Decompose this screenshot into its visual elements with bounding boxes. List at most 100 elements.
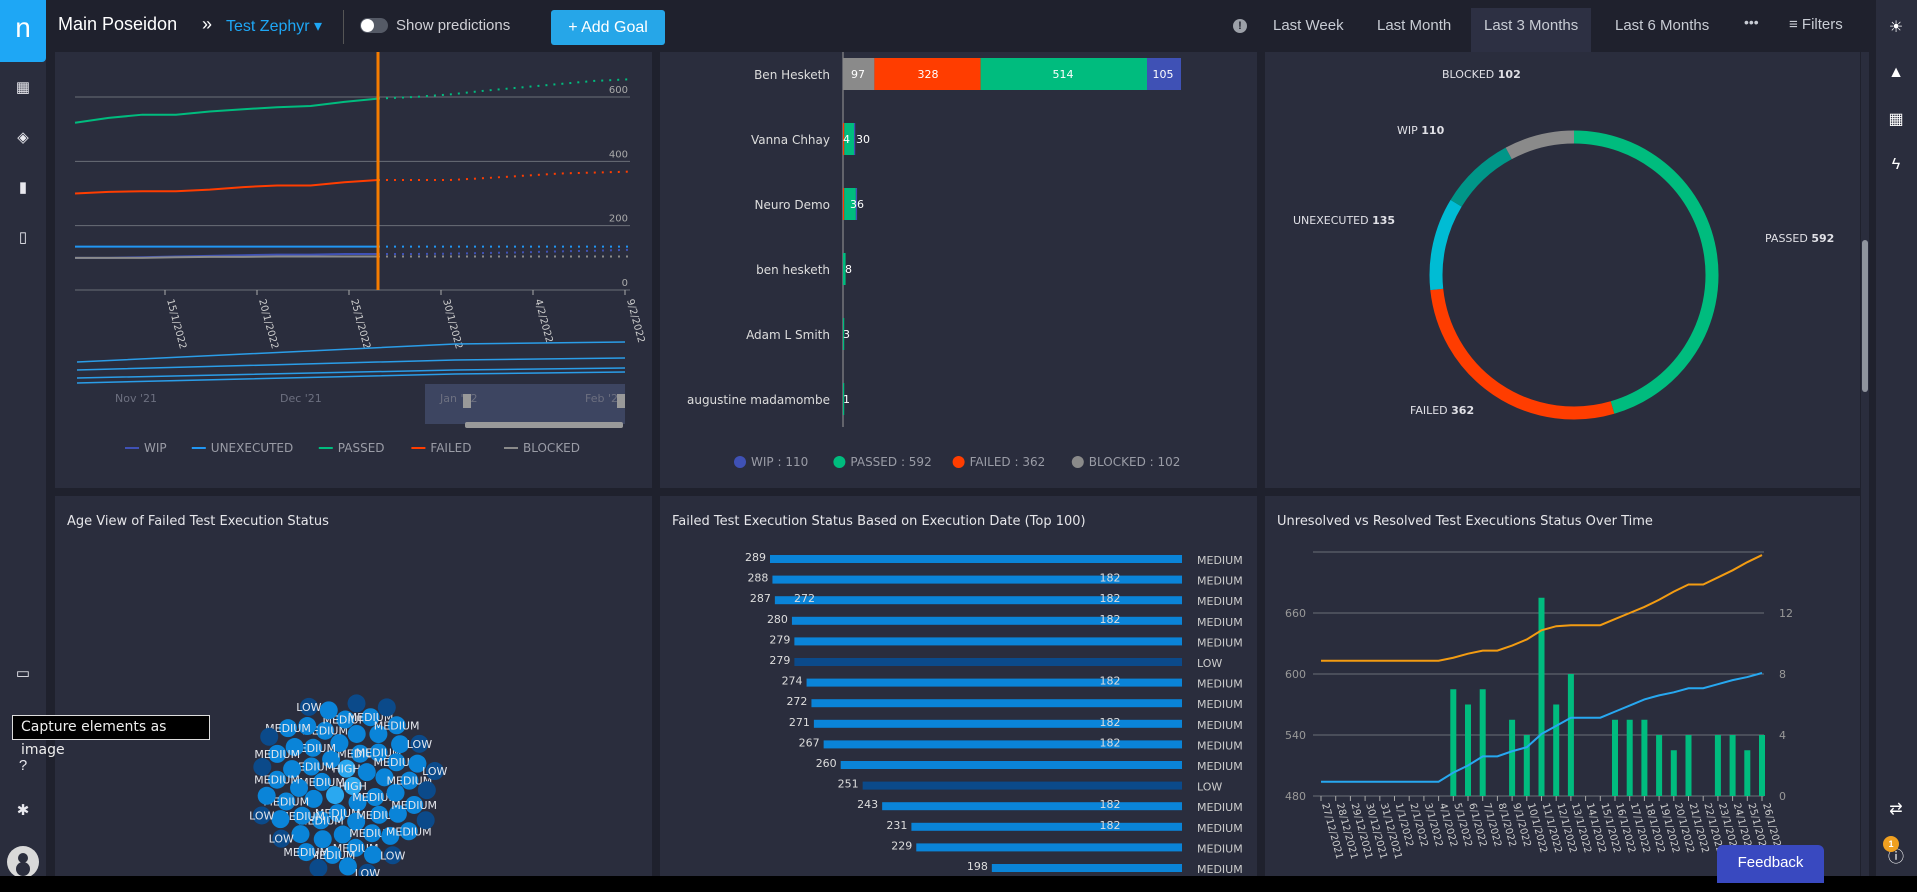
failed-bar-value: 231 <box>886 819 907 832</box>
failed-bar-priority: MEDIUM <box>1197 842 1243 855</box>
notification-badge: 1 <box>1883 836 1899 852</box>
y-right-tick-label: 0 <box>1779 790 1786 803</box>
daily-bar <box>1729 735 1736 796</box>
bar-data-label: 105 <box>1153 68 1174 81</box>
donut-slice-wip <box>1450 147 1512 207</box>
age-view-title: Age View of Failed Test Execution Status <box>67 514 329 529</box>
app-logo[interactable]: n <box>0 0 46 62</box>
x-tick-label: 15/1/2022 <box>164 298 188 350</box>
bell-icon[interactable]: ▲ <box>1886 63 1906 83</box>
project-dropdown[interactable]: Test Zephyr ▾ <box>226 16 322 36</box>
theme-icon[interactable]: ☀ <box>1886 18 1906 38</box>
legend-label-blocked: BLOCKED <box>523 441 580 455</box>
navigator-label: Nov '21 <box>115 392 157 405</box>
daily-bar <box>1465 704 1471 796</box>
failed-bar-priority: MEDIUM <box>1197 863 1243 876</box>
legend-label-failed: FAILED <box>430 441 471 455</box>
failed-bar <box>794 658 1182 666</box>
document-icon[interactable]: ▯ <box>13 228 33 248</box>
daily-bar <box>1553 704 1560 796</box>
navigator-scrollbar <box>465 422 623 428</box>
navigator-handle-right <box>617 394 625 408</box>
scrollbar-thumb[interactable] <box>1862 240 1868 392</box>
daily-bar <box>1538 597 1545 796</box>
failed-bar-value: 229 <box>891 839 912 852</box>
range-last-week[interactable]: Last Week <box>1260 8 1357 52</box>
donut-label-failed: FAILED 362 <box>1410 404 1474 417</box>
daily-bar <box>1509 719 1516 796</box>
bubble-medium <box>257 786 276 805</box>
y-left-tick-label: 480 <box>1285 790 1306 803</box>
resolved-chart[interactable]: 4805406006600481227/12/202128/12/202129/… <box>1265 496 1860 876</box>
y-tick-label: 200 <box>609 214 628 225</box>
category-label: Vanna Chhay <box>751 133 830 147</box>
donut-slice-failed <box>1430 288 1615 420</box>
donut-label-wip: WIP 110 <box>1397 124 1445 137</box>
filters-button[interactable]: ≡ Filters <box>1789 16 1843 33</box>
failed-bar-priority: LOW <box>1197 657 1222 670</box>
y-tick-label: 0 <box>622 278 628 289</box>
failed-bar-secondary: 182 <box>1100 819 1121 832</box>
donut-label-passed: PASSED 592 <box>1765 232 1834 245</box>
navigator-handle-left <box>463 394 471 408</box>
by-user-panel: Ben Hesketh Vanna Chhay Neuro Demo ben hesk… <box>660 52 1257 488</box>
failed-bar <box>794 637 1182 646</box>
daily-bar <box>1759 735 1765 796</box>
legend-label: WIP : 110 <box>751 455 808 469</box>
more-options-button[interactable]: ••• <box>1744 14 1759 30</box>
failed-bar <box>772 575 1182 584</box>
compass-icon[interactable]: ◈ <box>13 128 33 148</box>
range-last-3-months[interactable]: Last 3 Months <box>1471 8 1592 52</box>
sync-icon[interactable]: ⇄ <box>1886 800 1906 820</box>
failed-bar-priority: MEDIUM <box>1197 822 1243 835</box>
trend-panel: 0 200 400 600 15/1/2022 20/1/2022 25/1/2022 30/… <box>55 52 652 488</box>
failed-by-date-title: Failed Test Execution Status Based on Ex… <box>672 514 1086 529</box>
layout-icon[interactable]: ▦ <box>1886 110 1906 130</box>
failed-bar-priority: MEDIUM <box>1197 760 1243 773</box>
range-last-6-months[interactable]: Last 6 Months <box>1602 8 1722 52</box>
failed-bar-value: 267 <box>799 736 820 749</box>
y-left-tick-label: 600 <box>1285 668 1306 681</box>
failed-bar <box>806 678 1182 687</box>
top-bar: Main Poseidon » Test Zephyr ▾ Show predi… <box>46 0 1876 52</box>
x-tick-label: 9/2/2022 <box>624 298 646 344</box>
navigator-line <box>76 357 626 371</box>
failed-bar <box>774 596 1182 605</box>
range-last-month[interactable]: Last Month <box>1364 8 1464 52</box>
scrollbar-track[interactable] <box>1861 52 1869 876</box>
forecast-line-failed <box>378 170 631 181</box>
dashboard-icon[interactable]: ▦ <box>13 78 33 98</box>
bookmark-icon[interactable]: ▮ <box>13 178 33 198</box>
daily-bar <box>1641 719 1648 796</box>
failed-bar-priority: LOW <box>1197 781 1222 794</box>
donut-panel: PASSED 592 FAILED 362 UNEXECUTED 135 WIP 11… <box>1265 52 1860 488</box>
legend-label: FAILED : 362 <box>970 455 1046 469</box>
age-view-chart[interactable]: HIGHHIGHMEDIUMMEDIUMMEDIUMMEDIUMMEDIUMME… <box>55 496 652 876</box>
failed-bar <box>823 740 1182 749</box>
failed-bar <box>911 822 1182 831</box>
capture-tooltip: Capture elements as image <box>12 715 210 758</box>
legend-dot <box>734 456 746 468</box>
bubble-low <box>377 698 396 717</box>
y-right-tick-label: 12 <box>1779 607 1793 620</box>
navigator-label: Dec '21 <box>280 392 322 405</box>
x-tick-label: 4/2/2022 <box>532 298 554 344</box>
failed-bar <box>811 699 1182 708</box>
by-user-chart[interactable]: Ben Hesketh Vanna Chhay Neuro Demo ben hesk… <box>660 52 1257 488</box>
capture-icon[interactable]: ▭ <box>13 664 33 684</box>
trend-chart[interactable]: 0 200 400 600 15/1/2022 20/1/2022 25/1/2022 30/… <box>55 52 652 488</box>
lightning-icon[interactable]: ϟ <box>1886 155 1906 175</box>
add-goal-button[interactable]: + Add Goal <box>551 10 665 45</box>
forecast-line-wip <box>378 248 631 255</box>
feedback-button[interactable]: Feedback <box>1717 845 1824 883</box>
settings-icon[interactable]: ✱ <box>13 801 33 821</box>
status-donut-chart[interactable]: PASSED 592 FAILED 362 UNEXECUTED 135 WIP 11… <box>1265 52 1860 488</box>
predictions-toggle[interactable] <box>360 18 388 33</box>
failed-bar-value: 198 <box>967 860 988 873</box>
failed-by-date-chart[interactable]: 289 MEDIUM 288 MEDIUM 182 287 MEDIUM 182 272 280 M… <box>660 496 1257 876</box>
failed-bar-priority: MEDIUM <box>1197 554 1243 567</box>
legend-label-wip: WIP <box>144 441 167 455</box>
user-avatar-icon[interactable] <box>7 846 39 878</box>
predictions-toggle-label: Show predictions <box>396 17 511 34</box>
info-icon[interactable]: ! <box>1233 19 1247 33</box>
